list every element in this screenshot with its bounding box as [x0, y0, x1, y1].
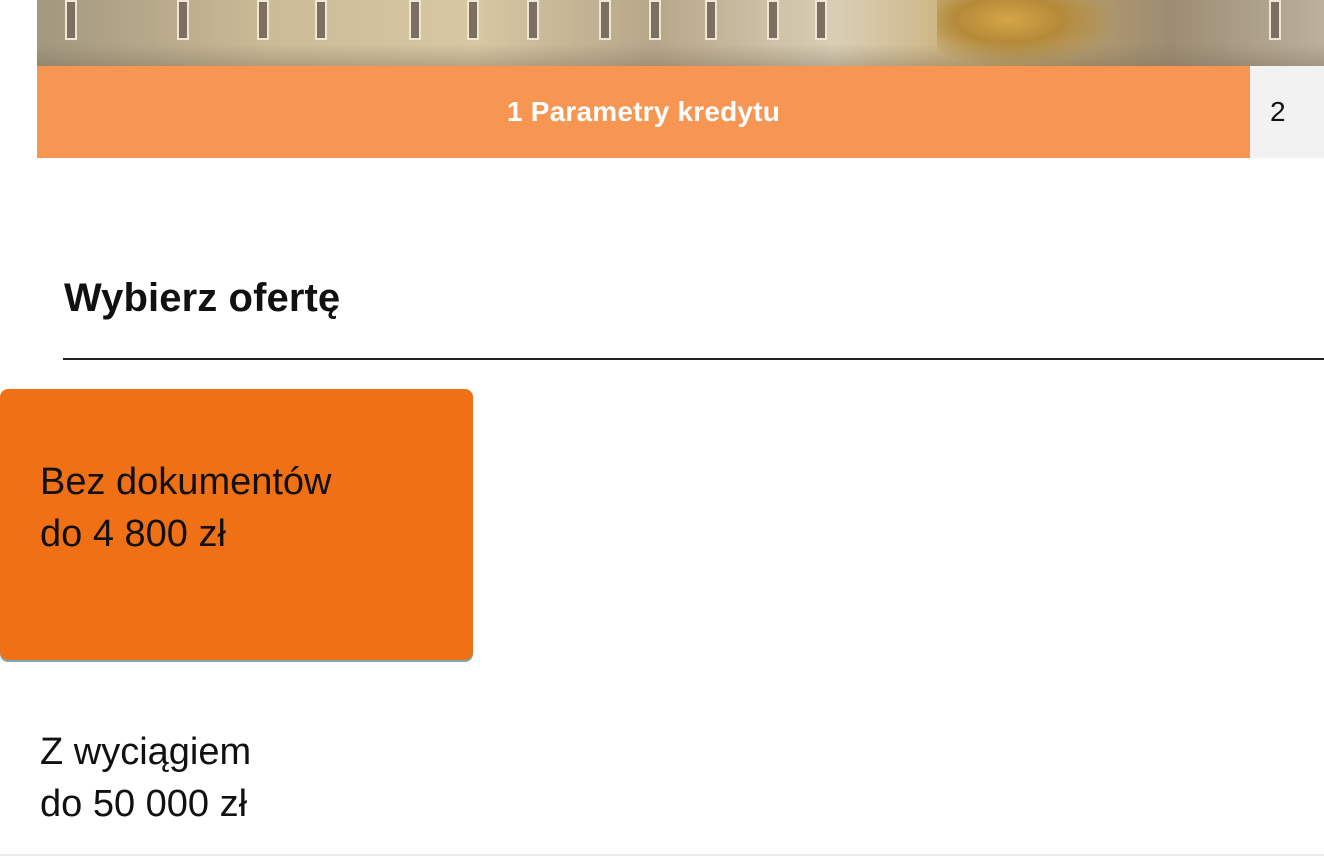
offer-title: Z wyciągiem — [40, 731, 252, 773]
offer-limit: do 50 000 zł — [40, 783, 248, 825]
offer-card-no-documents[interactable]: Bez dokumentów do 4 800 zł — [0, 389, 473, 660]
hero-shade — [37, 44, 1324, 66]
offer-limit: do 4 800 zł — [40, 513, 226, 555]
hero-window — [815, 0, 827, 40]
hero-window — [257, 0, 269, 40]
hero-window — [467, 0, 479, 40]
step-1-number: 1 — [506, 96, 523, 127]
hero-window — [177, 0, 189, 40]
step-2-tab[interactable]: 2 — [1250, 66, 1324, 158]
hero-window — [767, 0, 779, 40]
step-2-number: 2 — [1270, 96, 1286, 127]
hero-window — [1269, 0, 1281, 40]
hero-window — [65, 0, 77, 40]
step-1-tab[interactable]: 1 Parametry kredytu — [37, 66, 1250, 158]
hero-window — [705, 0, 717, 40]
steps-bar: 1 Parametry kredytu 2 — [37, 66, 1324, 158]
hero-building-photo — [37, 0, 1324, 66]
section-divider — [63, 358, 1324, 360]
loan-form-page: 1 Parametry kredytu 2 Wybierz ofertę Bez… — [0, 0, 1324, 856]
hero-window — [409, 0, 421, 40]
section-title: Wybierz ofertę — [64, 276, 341, 320]
step-1-label: Parametry kredytu — [530, 96, 781, 127]
offer-card-with-statement[interactable]: Z wyciągiem do 50 000 zł — [0, 726, 473, 836]
hero-window — [527, 0, 539, 40]
hero-window — [315, 0, 327, 40]
hero-window — [599, 0, 611, 40]
offer-title: Bez dokumentów — [40, 461, 332, 503]
hero-window — [649, 0, 661, 40]
